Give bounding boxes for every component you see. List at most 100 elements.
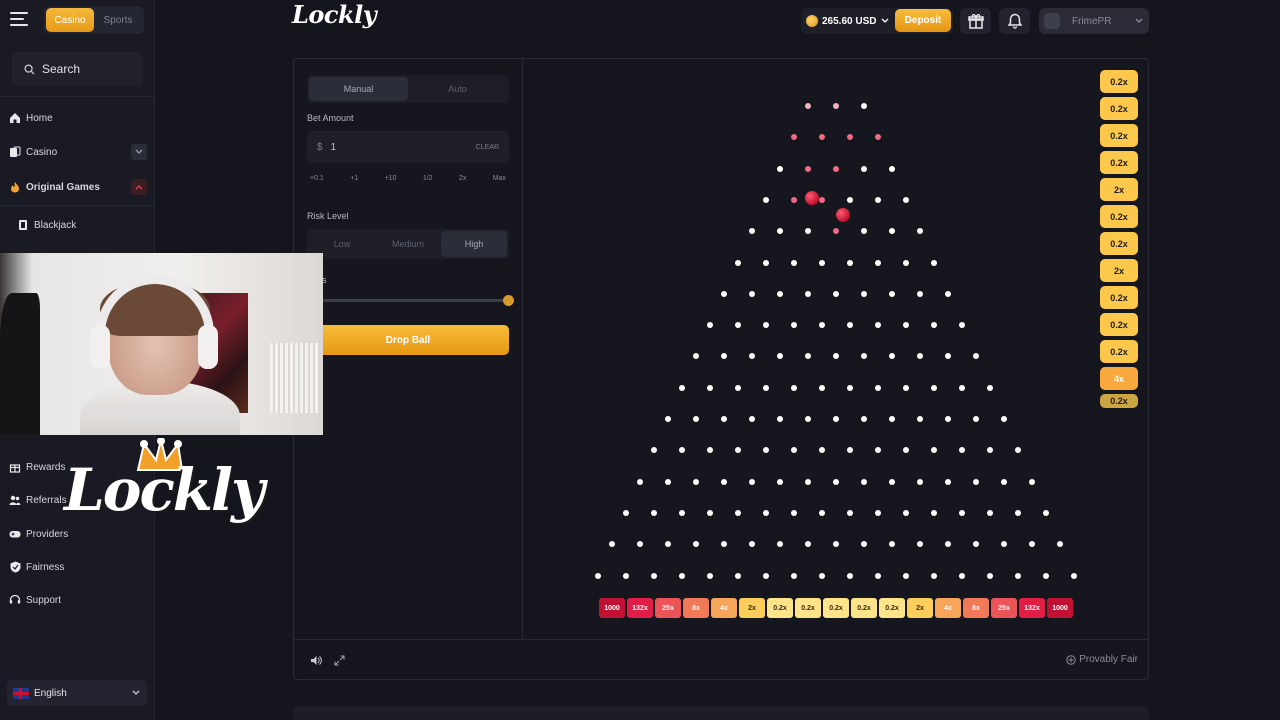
plinko-peg (959, 384, 965, 391)
divider (0, 205, 154, 206)
plinko-peg (847, 196, 853, 203)
quick-bet-button[interactable]: +1 (350, 175, 358, 182)
plinko-peg (791, 322, 797, 329)
quick-bet-button[interactable]: 1/2 (423, 175, 433, 182)
sidebar-item-casino[interactable]: Casino (9, 144, 147, 160)
plinko-peg (917, 541, 923, 548)
multiplier-bucket: 0.2x (823, 598, 849, 618)
language-select[interactable]: English (7, 680, 147, 706)
drop-ball-button[interactable]: Drop Ball (307, 325, 509, 355)
sidebar-item-original-games[interactable]: Original Games (9, 179, 147, 195)
quick-bet-button[interactable]: Max (493, 175, 506, 182)
history-result-chip: 0.2x (1100, 124, 1138, 147)
notifications-button[interactable] (999, 8, 1030, 34)
plinko-peg (651, 509, 657, 516)
plinko-peg (623, 572, 629, 579)
plinko-peg (707, 384, 713, 391)
plinko-peg (777, 353, 783, 360)
plinko-peg (595, 572, 601, 579)
quick-bet-button[interactable]: 2x (459, 175, 466, 182)
plinko-peg (777, 290, 783, 297)
overlay-logo-text: Lockly (64, 456, 265, 524)
deposit-button[interactable]: Deposit (895, 9, 951, 32)
sidebar-item-fairness[interactable]: Fairness (9, 561, 147, 573)
hamburger-menu-icon[interactable] (10, 12, 28, 28)
tab-auto[interactable]: Auto (408, 77, 507, 101)
bet-amount-field[interactable]: $ 1 CLEAR (307, 131, 509, 163)
casino-sports-toggle: Casino Sports (44, 6, 144, 34)
gamepad-icon (9, 528, 21, 540)
multiplier-bucket: 0.2x (767, 598, 793, 618)
risk-medium[interactable]: Medium (375, 231, 441, 257)
sidebar-item-home[interactable]: Home (9, 112, 147, 124)
plinko-peg (973, 541, 979, 548)
risk-high[interactable]: High (441, 231, 507, 257)
plinko-peg (931, 259, 937, 266)
webcam-figurine (0, 293, 40, 435)
rows-slider[interactable] (323, 295, 514, 306)
plinko-peg (945, 290, 951, 297)
plinko-peg (875, 259, 881, 266)
chevron-down-icon[interactable] (131, 144, 147, 160)
plinko-peg (693, 541, 699, 548)
plinko-peg (959, 572, 965, 579)
plinko-peg (833, 416, 839, 422)
plinko-peg (805, 416, 811, 422)
sidebar-item-label: Casino (26, 146, 58, 158)
history-result-chip: 0.2x (1100, 394, 1138, 408)
plinko-peg (945, 478, 951, 485)
fullscreen-icon[interactable] (334, 655, 345, 666)
plinko-peg (777, 478, 783, 485)
plinko-peg (791, 196, 797, 203)
plinko-peg (777, 541, 783, 548)
history-result-chip: 0.2x (1100, 232, 1138, 255)
cards-icon (9, 146, 21, 158)
volume-icon[interactable] (310, 655, 322, 666)
plinko-peg (833, 353, 839, 360)
plinko-peg (945, 416, 951, 422)
plinko-peg (875, 322, 881, 329)
plinko-peg (833, 541, 839, 548)
plinko-peg (903, 447, 909, 454)
plinko-peg (679, 447, 685, 454)
multiplier-bucket: 25x (655, 598, 681, 618)
plinko-peg (749, 416, 755, 422)
sidebar-item-blackjack[interactable]: Blackjack (17, 219, 155, 231)
sidebar-item-label: Providers (26, 528, 69, 540)
sidebar-item-label: Original Games (26, 181, 100, 193)
chevron-up-icon[interactable] (131, 179, 147, 195)
plinko-board: 1000 132x 25x 8x 4x 2x 0.2x 0.2x 0.2x 0.2x 0.2x 2x 4… (523, 59, 1148, 639)
plinko-peg (805, 228, 811, 235)
bell-icon (1007, 13, 1022, 29)
plinko-peg (973, 416, 979, 422)
plinko-peg (1015, 572, 1021, 579)
plinko-peg (889, 478, 895, 485)
plinko-peg (665, 416, 671, 422)
gift-button[interactable] (960, 8, 991, 34)
plinko-peg (889, 353, 895, 360)
tab-manual[interactable]: Manual (309, 77, 408, 101)
plinko-peg (805, 478, 811, 485)
search-button[interactable]: Search (12, 52, 143, 86)
site-logo[interactable]: Lockly (292, 0, 377, 29)
plinko-peg (777, 165, 783, 172)
quick-bet-button[interactable]: +0.1 (310, 175, 324, 182)
casino-toggle[interactable]: Casino (46, 8, 94, 32)
plinko-peg (1057, 541, 1063, 548)
plinko-peg (749, 228, 755, 235)
sidebar-item-support[interactable]: Support (9, 594, 147, 606)
multiplier-bucket: 25x (991, 598, 1017, 618)
rows-slider-handle[interactable] (503, 295, 514, 306)
blackjack-icon (17, 219, 29, 231)
plinko-peg (749, 478, 755, 485)
user-menu[interactable]: FrimePR (1039, 8, 1149, 34)
provably-fair-link[interactable]: Provably Fair (1066, 654, 1138, 665)
sports-toggle[interactable]: Sports (94, 8, 142, 32)
clear-button[interactable]: CLEAR (476, 144, 499, 151)
plinko-peg (875, 196, 881, 203)
risk-level-label: Risk Level (307, 211, 349, 221)
quick-bet-button[interactable]: +10 (385, 175, 397, 182)
plinko-peg (945, 353, 951, 360)
plinko-peg (847, 572, 853, 579)
history-result-chip: 0.2x (1100, 313, 1138, 336)
